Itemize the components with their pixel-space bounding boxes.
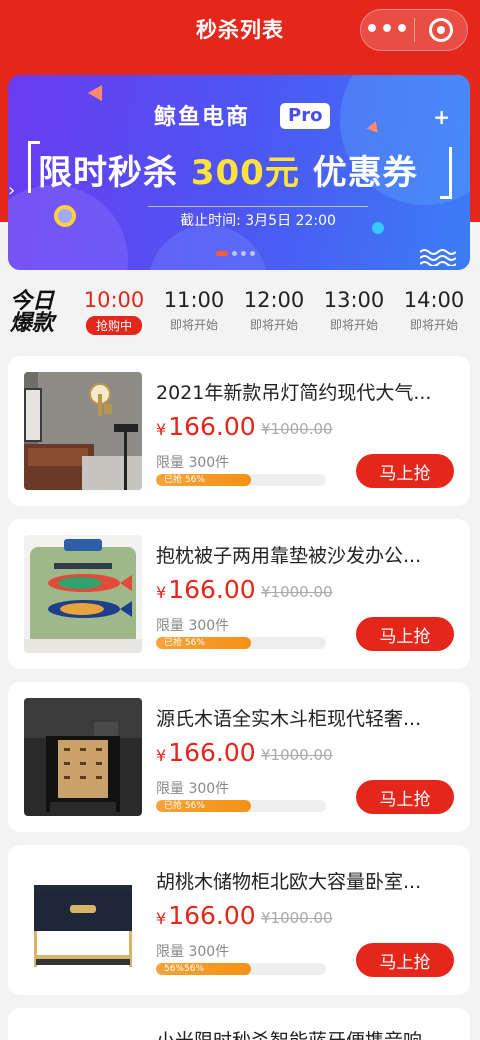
time-slot-tabs: 今日 爆款 10:00 抢购中 11:00 即将开始 12:00 即将开始 13… xyxy=(0,280,480,344)
circle-decoration xyxy=(54,205,76,227)
product-image[interactable] xyxy=(24,698,142,816)
product-card[interactable]: 源氏木语全实木斗柜现代轻奢... ¥166.00 ¥1000.00 限量 300… xyxy=(8,682,470,832)
buy-now-button[interactable]: 马上抢 xyxy=(356,454,454,488)
buy-now-button[interactable]: 马上抢 xyxy=(356,780,454,814)
mini-program-capsule: ••• xyxy=(360,9,468,51)
status-badge: 抢购中 xyxy=(85,316,142,335)
pro-badge: Pro xyxy=(280,103,331,129)
waves-decoration xyxy=(420,249,456,266)
product-card[interactable]: 胡桃木储物柜北欧大容量卧室... ¥166.00 ¥1000.00 限量 300… xyxy=(8,845,470,995)
sale-price: ¥166.00 xyxy=(156,738,256,767)
progress-bar: 已抢 56% xyxy=(156,800,326,812)
buy-now-button[interactable]: 马上抢 xyxy=(356,617,454,651)
original-price: ¥1000.00 xyxy=(261,746,333,764)
buy-now-button[interactable]: 马上抢 xyxy=(356,943,454,977)
product-card[interactable]: 小米限时秒杀智能蓝牙便携音响 xyxy=(8,1008,470,1040)
progress-fill: 已抢 56% xyxy=(156,637,252,649)
sale-price: ¥166.00 xyxy=(156,901,256,930)
target-icon xyxy=(428,18,453,42)
more-icon[interactable]: ••• xyxy=(361,19,414,41)
stock-limit: 限量 300件 xyxy=(156,944,230,960)
banner-headline: 限时秒杀 300元 优惠券 xyxy=(38,153,418,193)
banner-deadline: 截止时间: 3月5日 22:00 xyxy=(180,213,336,229)
progress-bar: 已抢 56% xyxy=(156,474,326,486)
carousel-indicator xyxy=(216,251,255,256)
sale-price: ¥166.00 xyxy=(156,412,256,441)
progress-fill: 已抢 56% xyxy=(156,800,252,812)
progress-bar: 已抢 56% xyxy=(156,637,326,649)
chevron-left-icon[interactable]: › xyxy=(8,180,15,201)
close-target-button[interactable] xyxy=(415,18,467,42)
product-image[interactable] xyxy=(24,372,142,490)
time-slot-1000[interactable]: 10:00 抢购中 xyxy=(74,280,154,335)
sale-price: ¥166.00 xyxy=(156,575,256,604)
product-name[interactable]: 抱枕被子两用靠垫被沙发办公... xyxy=(156,541,446,568)
progress-fill: 56%56% xyxy=(156,963,252,975)
progress-fill: 已抢 56% xyxy=(156,474,252,486)
product-name[interactable]: 源氏木语全实木斗柜现代轻奢... xyxy=(156,704,446,731)
dot-decoration xyxy=(372,222,384,234)
product-card[interactable]: 2021年新款吊灯简约现代大气... ¥166.00 ¥1000.00 限量 3… xyxy=(8,356,470,506)
product-card[interactable]: 抱枕被子两用靠垫被沙发办公... ¥166.00 ¥1000.00 限量 300… xyxy=(8,519,470,669)
plus-decoration: + xyxy=(433,105,450,129)
stock-limit: 限量 300件 xyxy=(156,455,230,471)
original-price: ¥1000.00 xyxy=(261,909,333,927)
promo-banner[interactable]: + 鲸鱼电商 Pro 限时秒杀 300元 优惠券 截止时间: 3月5日 22:0… xyxy=(8,75,470,270)
time-slot-1100[interactable]: 11:00 即将开始 xyxy=(154,280,234,333)
today-hot-logo: 今日 爆款 xyxy=(10,288,55,336)
triangle-decoration xyxy=(88,85,102,101)
original-price: ¥1000.00 xyxy=(261,420,333,438)
stock-limit: 限量 300件 xyxy=(156,618,230,634)
time-slot-1200[interactable]: 12:00 即将开始 xyxy=(234,280,314,333)
original-price: ¥1000.00 xyxy=(261,583,333,601)
stock-limit: 限量 300件 xyxy=(156,781,230,797)
time-slot-1300[interactable]: 13:00 即将开始 xyxy=(314,280,394,333)
time-slot-1400[interactable]: 14:00 即将开始 xyxy=(394,280,474,333)
product-name[interactable]: 2021年新款吊灯简约现代大气... xyxy=(156,378,446,405)
product-image[interactable] xyxy=(24,535,142,653)
product-name[interactable]: 小米限时秒杀智能蓝牙便携音响 xyxy=(156,1026,446,1040)
progress-bar: 56%56% xyxy=(156,963,326,975)
product-image[interactable] xyxy=(24,861,142,979)
product-name[interactable]: 胡桃木储物柜北欧大容量卧室... xyxy=(156,867,446,894)
banner-brand: 鲸鱼电商 xyxy=(154,105,251,130)
